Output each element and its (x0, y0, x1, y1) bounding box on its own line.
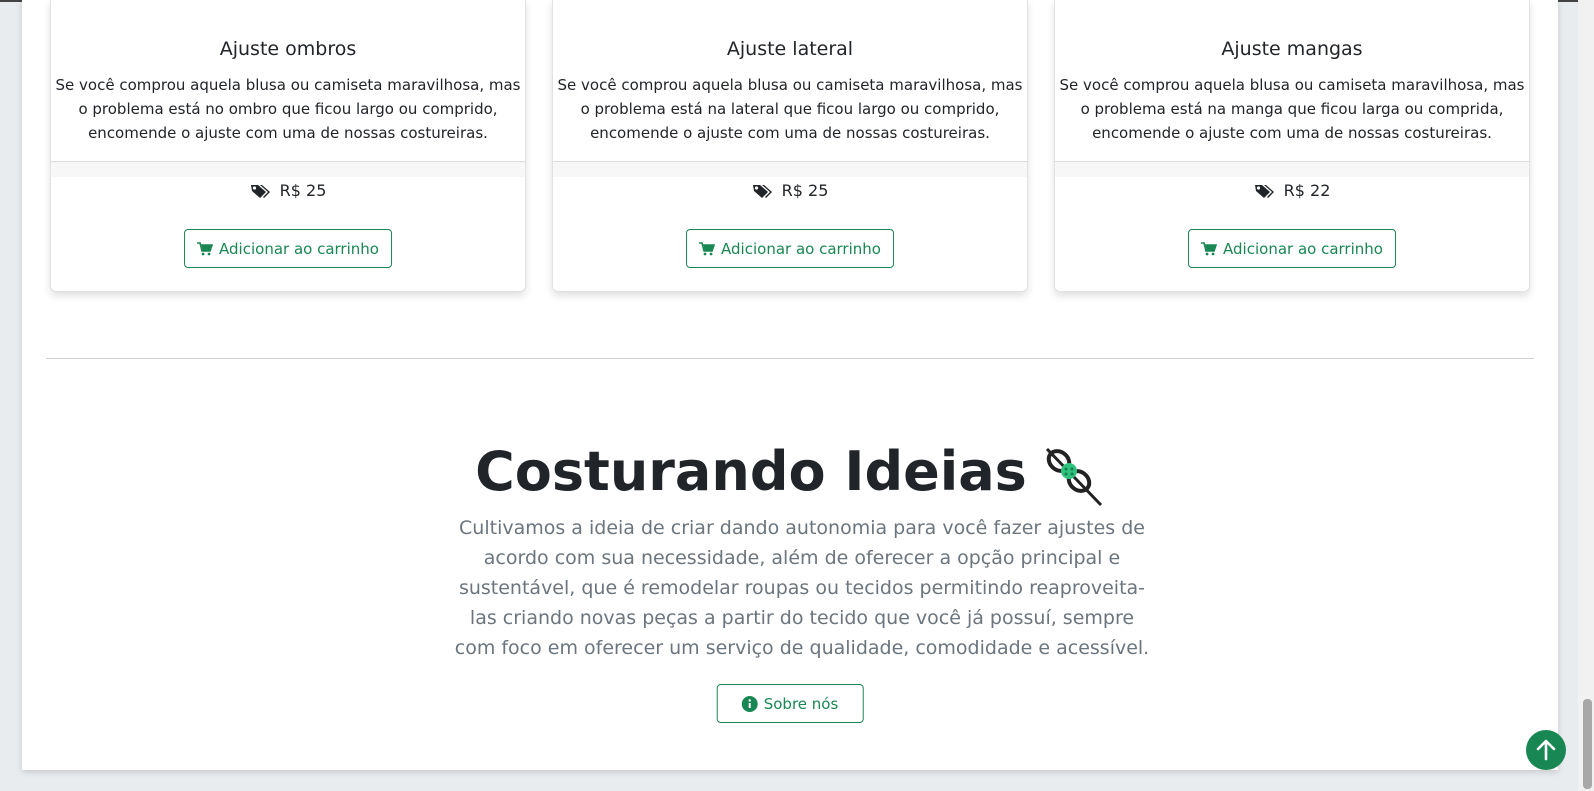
price-value: R$ 25 (279, 181, 327, 200)
card-footer (553, 161, 1027, 177)
card-title: Ajuste ombros (219, 38, 357, 60)
cart-icon (197, 241, 214, 255)
scrollbar-track[interactable] (1578, 0, 1594, 791)
card-description: Se você comprou aquela blusa ou camiseta… (1059, 76, 1525, 142)
tags-icon (1254, 184, 1274, 198)
button-label: Adicionar ao carrinho (1223, 239, 1383, 258)
about-title-text: Costurando Ideias (475, 439, 1027, 503)
price-value: R$ 22 (1283, 181, 1331, 200)
card-price: R$ 25 (553, 181, 1027, 200)
about-description: Cultivamos a ideia de criar dando autono… (454, 517, 1150, 659)
card-footer (1055, 161, 1529, 177)
add-to-cart-button[interactable]: Adicionar ao carrinho (1188, 229, 1396, 268)
scroll-to-top-button[interactable] (1526, 730, 1566, 770)
service-card: Ajuste lateral Se você comprou aquela bl… (552, 0, 1028, 292)
card-title: Ajuste mangas (1221, 38, 1363, 60)
card-title: Ajuste lateral (726, 38, 854, 60)
about-section-title: Costurando Ideias (22, 435, 1558, 507)
button-label: Sobre nós (763, 694, 839, 713)
tags-icon (250, 184, 270, 198)
page-container: Ajuste ombros Se você comprou aquela blu… (22, 0, 1558, 770)
needle-thread-icon (1045, 447, 1102, 507)
cart-icon (1201, 241, 1218, 255)
price-value: R$ 25 (781, 181, 829, 200)
about-us-button[interactable]: Sobre nós (716, 684, 864, 723)
info-circle-icon (741, 695, 758, 712)
button-label: Adicionar ao carrinho (219, 239, 379, 258)
add-to-cart-button[interactable]: Adicionar ao carrinho (184, 229, 392, 268)
button-label: Adicionar ao carrinho (721, 239, 881, 258)
arrow-up-icon (1536, 739, 1556, 761)
scrollbar-thumb[interactable] (1583, 699, 1592, 789)
cart-icon (699, 241, 716, 255)
card-price: R$ 25 (51, 181, 525, 200)
tags-icon (752, 184, 772, 198)
service-card: Ajuste ombros Se você comprou aquela blu… (50, 0, 526, 292)
service-cards: Ajuste ombros Se você comprou aquela blu… (50, 0, 1530, 292)
card-description: Se você comprou aquela blusa ou camiseta… (557, 76, 1023, 142)
section-divider (46, 358, 1534, 359)
card-footer (51, 161, 525, 177)
add-to-cart-button[interactable]: Adicionar ao carrinho (686, 229, 894, 268)
card-price: R$ 22 (1055, 181, 1529, 200)
card-description: Se você comprou aquela blusa ou camiseta… (55, 76, 521, 142)
service-card: Ajuste mangas Se você comprou aquela blu… (1054, 0, 1530, 292)
